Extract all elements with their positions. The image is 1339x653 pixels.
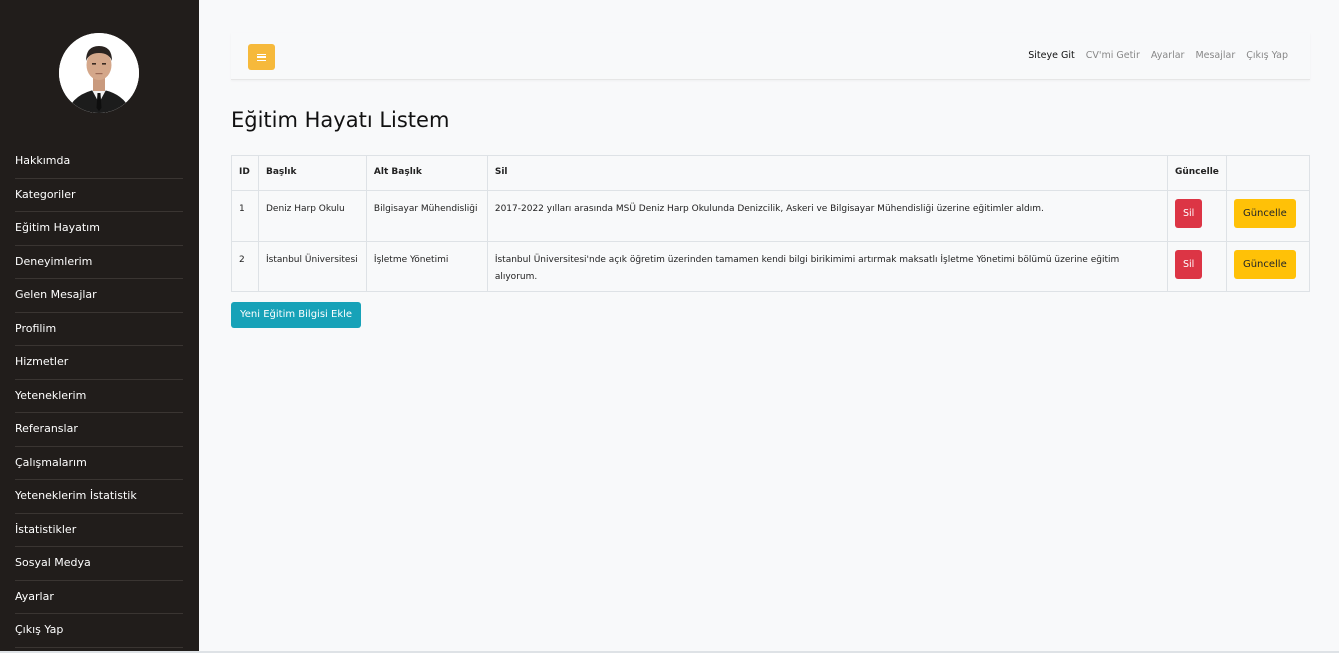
sidebar-item-profilim[interactable]: Profilim [15, 313, 183, 346]
update-button[interactable]: Güncelle [1233, 199, 1296, 228]
column-header-id: ID [231, 155, 259, 191]
cell-delete: Sil [1166, 190, 1227, 242]
page-title: Eğitim Hayatı Listem [231, 108, 450, 132]
cell-id: 2 [231, 241, 259, 292]
sidebar-item-yeteneklerim-istatistik[interactable]: Yeteneklerim İstatistik [15, 480, 183, 514]
column-header-sil: Sil [486, 155, 1168, 191]
cell-id: 1 [231, 190, 259, 242]
sidebar-item-yeteneklerim[interactable]: Yeteneklerim [15, 380, 183, 413]
sidebar-item-ayarlar[interactable]: Ayarlar [15, 581, 183, 614]
sidebar-item-hizmetler[interactable]: Hizmetler [15, 346, 183, 380]
sidebar: Hakkımda Kategoriler Eğitim Hayatım Dene… [0, 0, 199, 651]
sidebar-item-egitim-hayatim[interactable]: Eğitim Hayatım [15, 212, 183, 246]
sidebar-nav: Hakkımda Kategoriler Eğitim Hayatım Dene… [15, 145, 183, 648]
top-links: Siteye Git CV'mi Getir Ayarlar Mesajlar … [1028, 50, 1288, 61]
top-navbar: Siteye Git CV'mi Getir Ayarlar Mesajlar … [231, 33, 1310, 80]
sidebar-item-deneyimlerim[interactable]: Deneyimlerim [15, 246, 183, 279]
hamburger-icon [257, 53, 266, 61]
sidebar-item-kategoriler[interactable]: Kategoriler [15, 179, 183, 212]
cell-update: Güncelle [1225, 241, 1311, 292]
sidebar-toggle-button[interactable] [248, 44, 275, 70]
add-education-button[interactable]: Yeni Eğitim Bilgisi Ekle [231, 302, 362, 328]
table-row: 2 İstanbul Üniversitesi İşletme Yönetimi… [231, 241, 1311, 292]
sidebar-item-hakkimda[interactable]: Hakkımda [15, 145, 183, 179]
cell-subtitle: İşletme Yönetimi [365, 241, 488, 292]
sidebar-item-gelen-mesajlar[interactable]: Gelen Mesajlar [15, 279, 183, 313]
update-button[interactable]: Güncelle [1233, 250, 1296, 279]
column-header-baslik: Başlık [257, 155, 367, 191]
education-table: ID Başlık Alt Başlık Sil Güncelle 1 Deni… [231, 155, 1311, 292]
sidebar-item-referanslar[interactable]: Referanslar [15, 413, 183, 447]
cikis-yap-link[interactable]: Çıkış Yap [1246, 50, 1288, 61]
table-header-row: ID Başlık Alt Başlık Sil Güncelle [231, 155, 1311, 191]
sidebar-item-sosyal-medya[interactable]: Sosyal Medya [15, 547, 183, 581]
avatar [59, 33, 139, 113]
sidebar-item-cikis-yap[interactable]: Çıkış Yap [15, 614, 183, 648]
column-header-guncelle: Güncelle [1166, 155, 1227, 191]
delete-button[interactable]: Sil [1174, 199, 1203, 228]
delete-button[interactable]: Sil [1174, 250, 1203, 279]
cv-getir-link[interactable]: CV'mi Getir [1086, 50, 1140, 61]
cell-description: 2017-2022 yılları arasında MSÜ Deniz Har… [486, 190, 1168, 242]
mesajlar-link[interactable]: Mesajlar [1195, 50, 1235, 61]
cell-description: İstanbul Üniversitesi'nde açık öğretim ü… [486, 241, 1168, 292]
ayarlar-link[interactable]: Ayarlar [1151, 50, 1185, 61]
cell-subtitle: Bilgisayar Mühendisliği [365, 190, 488, 242]
column-header-empty [1225, 155, 1311, 191]
column-header-alt-baslik: Alt Başlık [365, 155, 488, 191]
cell-title: Deniz Harp Okulu [257, 190, 367, 242]
table-row: 1 Deniz Harp Okulu Bilgisayar Mühendisli… [231, 190, 1311, 242]
cell-title: İstanbul Üniversitesi [257, 241, 367, 292]
cell-update: Güncelle [1225, 190, 1311, 242]
siteye-git-link[interactable]: Siteye Git [1028, 50, 1074, 61]
cell-delete: Sil [1166, 241, 1227, 292]
sidebar-item-istatistikler[interactable]: İstatistikler [15, 514, 183, 547]
sidebar-item-calismalarim[interactable]: Çalışmalarım [15, 447, 183, 480]
